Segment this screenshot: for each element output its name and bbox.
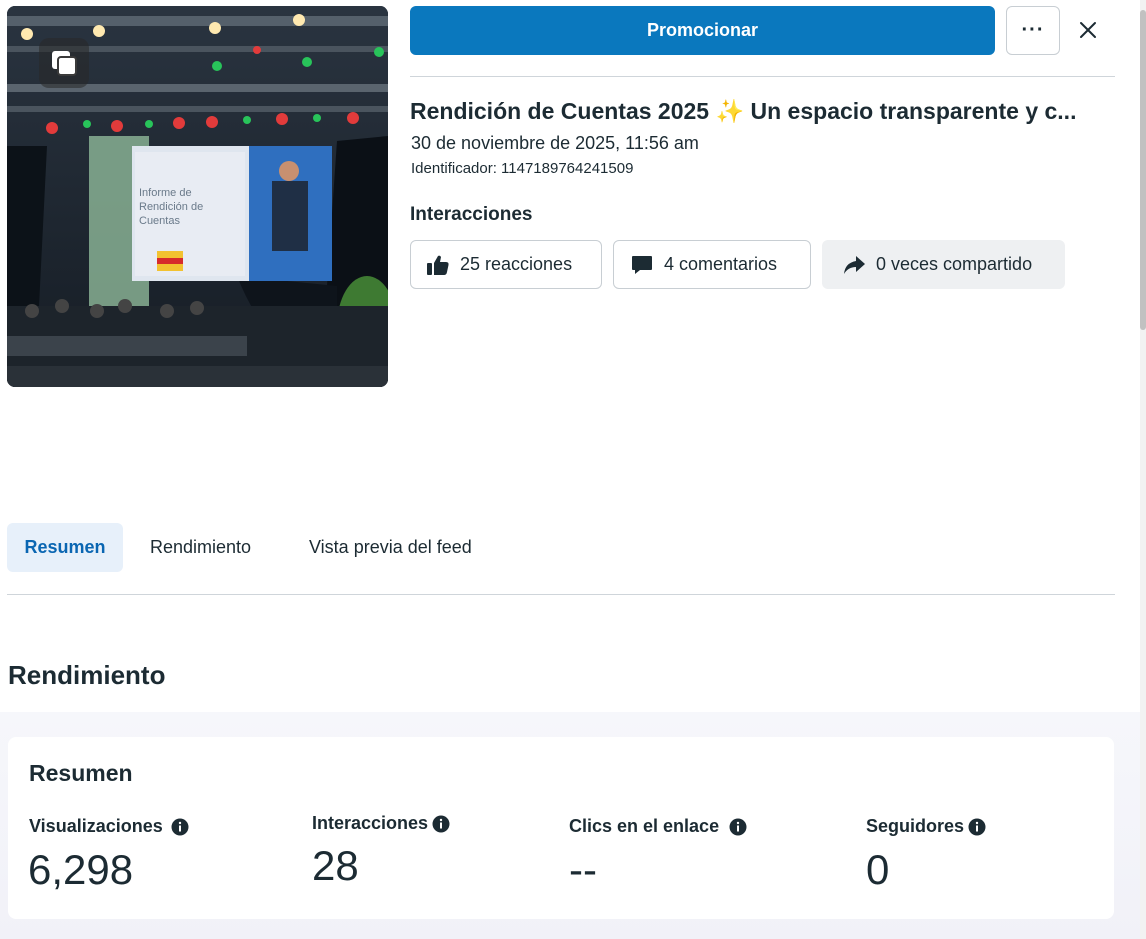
metric-value-followers: 0 xyxy=(866,846,890,893)
metric-value-views: 6,298 xyxy=(28,846,134,893)
info-icon[interactable] xyxy=(968,818,986,836)
thumbs-up-icon xyxy=(426,253,450,277)
post-identifier: Identificador: 1147189764241509 xyxy=(411,160,634,177)
comments-button[interactable]: 4 comentarios xyxy=(613,240,811,289)
metric-label-text: Clics en el enlace xyxy=(569,816,720,836)
metric-label-link-clicks: Clics en el enlace xyxy=(569,816,747,837)
metric-label-text: Seguidores xyxy=(866,816,965,836)
shares-button[interactable]: 0 veces compartido xyxy=(822,240,1065,289)
svg-text:Informe de: Informe de xyxy=(139,187,192,199)
multiple-photos-icon xyxy=(39,38,89,88)
interactions-heading: Interacciones xyxy=(410,204,533,225)
tab-summary[interactable]: Resumen xyxy=(7,523,123,572)
metric-value-interactions: 28 xyxy=(312,842,359,889)
metric-label-followers: Seguidores xyxy=(866,816,986,837)
ellipsis-icon: ··· xyxy=(1021,19,1045,41)
info-icon[interactable] xyxy=(432,815,450,833)
tab-performance[interactable]: Rendimiento xyxy=(150,523,251,572)
svg-text:Rendición de: Rendición de xyxy=(139,201,203,213)
comments-label: 4 comentarios xyxy=(664,254,778,274)
more-options-button[interactable]: ··· xyxy=(1006,6,1060,55)
post-title: Rendición de Cuentas 2025 ✨ Un espacio t… xyxy=(410,98,1077,124)
close-icon xyxy=(1080,22,1096,38)
reactions-button[interactable]: 25 reacciones xyxy=(410,240,602,289)
svg-text:Cuentas: Cuentas xyxy=(139,215,180,227)
metric-label-interactions: Interacciones xyxy=(312,813,450,834)
close-button[interactable] xyxy=(1072,12,1104,48)
post-image[interactable]: Informe de Rendición de Cuentas xyxy=(7,6,388,387)
post-date: 30 de noviembre de 2025, 11:56 am xyxy=(411,133,699,153)
metric-label-text: Interacciones xyxy=(312,813,429,833)
performance-heading: Rendimiento xyxy=(8,660,166,690)
reactions-label: 25 reacciones xyxy=(460,254,573,274)
tabs-divider xyxy=(7,594,1115,595)
metric-label-text: Visualizaciones xyxy=(29,816,163,836)
metric-label-views: Visualizaciones xyxy=(29,816,189,837)
shares-label: 0 veces compartido xyxy=(876,254,1033,274)
comment-icon xyxy=(630,253,654,277)
info-icon[interactable] xyxy=(171,818,189,836)
summary-card-title: Resumen xyxy=(29,760,133,786)
promote-button[interactable]: Promocionar xyxy=(410,6,995,55)
share-arrow-icon xyxy=(842,253,866,277)
metric-value-link-clicks: -- xyxy=(569,846,597,893)
scrollbar-thumb[interactable] xyxy=(1140,10,1146,330)
header-divider xyxy=(410,76,1115,77)
tab-feed-preview[interactable]: Vista previa del feed xyxy=(309,523,472,572)
info-icon[interactable] xyxy=(729,818,747,836)
